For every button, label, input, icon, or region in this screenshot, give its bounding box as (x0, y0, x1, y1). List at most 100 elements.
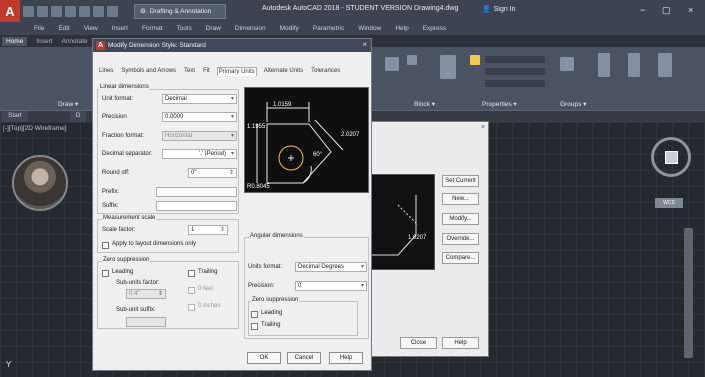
suffix-input[interactable] (156, 201, 237, 211)
group-icon[interactable] (560, 57, 574, 71)
menu-parametric[interactable]: Parametric (313, 25, 344, 32)
tab-fit[interactable]: Fit (202, 67, 211, 76)
menu-express[interactable]: Express (423, 25, 446, 32)
round-off-input[interactable]: 0" (188, 168, 237, 178)
subunit-suffix-input[interactable] (126, 317, 166, 327)
prefix-input[interactable] (156, 187, 237, 197)
view-icon[interactable] (658, 53, 672, 77)
open-icon[interactable] (37, 5, 48, 17)
color-dropdown[interactable] (485, 56, 545, 63)
color-swatch-icon[interactable] (470, 55, 480, 65)
block-panel-title[interactable]: Block ▾ (414, 100, 435, 108)
fraction-format-select[interactable]: Horizontal (162, 131, 237, 141)
save-icon[interactable] (51, 5, 62, 17)
apply-layout-checkbox[interactable] (102, 242, 109, 249)
help-button[interactable]: Help (329, 352, 363, 364)
menu-draw[interactable]: Draw (206, 25, 221, 32)
new-icon[interactable] (23, 5, 34, 17)
menu-insert[interactable]: Insert (112, 25, 128, 32)
clipboard-icon[interactable] (628, 53, 640, 77)
leading-checkbox[interactable] (102, 270, 109, 277)
lineweight-dropdown[interactable] (485, 80, 545, 87)
menu-modify[interactable]: Modify (280, 25, 299, 32)
round-off-label: Round off: (102, 170, 130, 176)
menu-format[interactable]: Format (142, 25, 163, 32)
draw-panel-title[interactable]: Draw ▾ (58, 100, 78, 108)
viewcube-face[interactable] (665, 151, 678, 164)
menu-help[interactable]: Help (395, 25, 408, 32)
tab-start[interactable]: Start (2, 111, 28, 122)
manager-preview: 1.0207 (367, 174, 435, 270)
tab-lines[interactable]: Lines (98, 67, 114, 76)
angular-units-select[interactable]: Decimal Degrees (295, 262, 367, 272)
angular-trailing-checkbox[interactable] (251, 323, 258, 330)
trailing-checkbox[interactable] (188, 270, 195, 277)
undo-icon[interactable] (93, 5, 104, 17)
block-create-icon[interactable] (407, 55, 417, 65)
angular-leading-checkbox[interactable] (251, 311, 258, 318)
preview-shape (370, 195, 417, 256)
ok-button[interactable]: OK (247, 352, 281, 364)
angular-leading-label: Leading (261, 310, 283, 316)
app-menu-button[interactable]: A (0, 0, 20, 22)
preview-right-value: 2.0207 (341, 132, 360, 138)
tab-drawing[interactable]: D (69, 111, 87, 122)
manager-preview-dim: 1.0207 (408, 235, 427, 241)
dialog-close-icon[interactable]: × (362, 40, 367, 49)
tab-insert[interactable]: Insert (36, 38, 52, 45)
sign-in-button[interactable]: 👤 Sign In (482, 5, 516, 14)
suffix-label: Suffix: (102, 203, 119, 209)
viewcube[interactable] (651, 137, 691, 177)
linear-group-title: Linear dimensions (99, 84, 150, 90)
menu-dimension[interactable]: Dimension (235, 25, 266, 32)
compare-style-button[interactable]: Compare... (442, 252, 479, 264)
scale-factor-input[interactable]: 1 (188, 225, 228, 235)
zero-feet-checkbox[interactable] (188, 287, 195, 294)
tab-home[interactable]: Home (2, 36, 28, 46)
minimize-button[interactable]: − (640, 5, 645, 15)
modify-style-button[interactable]: Modify... (442, 213, 479, 225)
save-as-icon[interactable] (65, 5, 76, 17)
unit-format-select[interactable]: Decimal (162, 94, 237, 104)
new-style-button[interactable]: New... (442, 193, 479, 205)
navigation-bar[interactable] (684, 228, 693, 358)
linetype-dropdown[interactable] (485, 68, 545, 75)
cancel-button[interactable]: Cancel (287, 352, 321, 364)
match-properties-icon[interactable] (440, 55, 456, 79)
menu-window[interactable]: Window (358, 25, 381, 32)
menu-view[interactable]: View (84, 25, 98, 32)
tab-symbols-arrows[interactable]: Symbols and Arrows (120, 67, 177, 76)
decimal-separator-select[interactable]: '.' (Period) (162, 149, 237, 159)
zero-inches-checkbox[interactable] (188, 304, 195, 311)
set-current-button[interactable]: Set Current (442, 175, 479, 187)
subunits-factor-input[interactable]: 0.4" (126, 289, 166, 299)
menu-tools[interactable]: Tools (177, 25, 192, 32)
tab-tolerances[interactable]: Tolerances (310, 67, 341, 76)
preview-radius-value: R0.8045 (247, 184, 270, 190)
menu-file[interactable]: File (34, 25, 44, 32)
manager-help-button[interactable]: Help (442, 337, 479, 349)
tab-text[interactable]: Text (183, 67, 196, 76)
angular-precision-select[interactable]: 0 (295, 281, 367, 291)
wcs-menu[interactable]: WCS (655, 198, 683, 208)
groups-panel-title[interactable]: Groups ▾ (560, 100, 586, 108)
workspace-switcher[interactable]: ⚙ Drafting & Annotation (134, 3, 226, 19)
manager-close-button[interactable]: Close (400, 337, 437, 349)
utilities-icon[interactable] (598, 53, 610, 77)
precision-select[interactable]: 0.0000 (162, 112, 237, 122)
tab-primary-units[interactable]: Primary Units (216, 67, 257, 76)
block-insert-icon[interactable] (385, 57, 399, 71)
close-button[interactable]: × (688, 5, 693, 15)
tab-annotate[interactable]: Annotate (62, 38, 88, 45)
plot-icon[interactable] (79, 5, 90, 17)
manager-close-icon[interactable]: × (481, 124, 485, 131)
dialog-titlebar[interactable]: A Modify Dimension Style: Standard × (93, 39, 371, 52)
maximize-button[interactable]: ▢ (662, 5, 671, 16)
viewport-controls[interactable]: [-][Top][2D Wireframe] (3, 125, 67, 132)
tab-alternate-units[interactable]: Alternate Units (263, 67, 304, 76)
preview-top-value: 1.0159 (273, 102, 292, 108)
menu-edit[interactable]: Edit (58, 25, 69, 32)
override-style-button[interactable]: Override... (442, 233, 479, 245)
properties-panel-title[interactable]: Properties ▾ (482, 100, 517, 108)
redo-icon[interactable] (107, 5, 118, 17)
